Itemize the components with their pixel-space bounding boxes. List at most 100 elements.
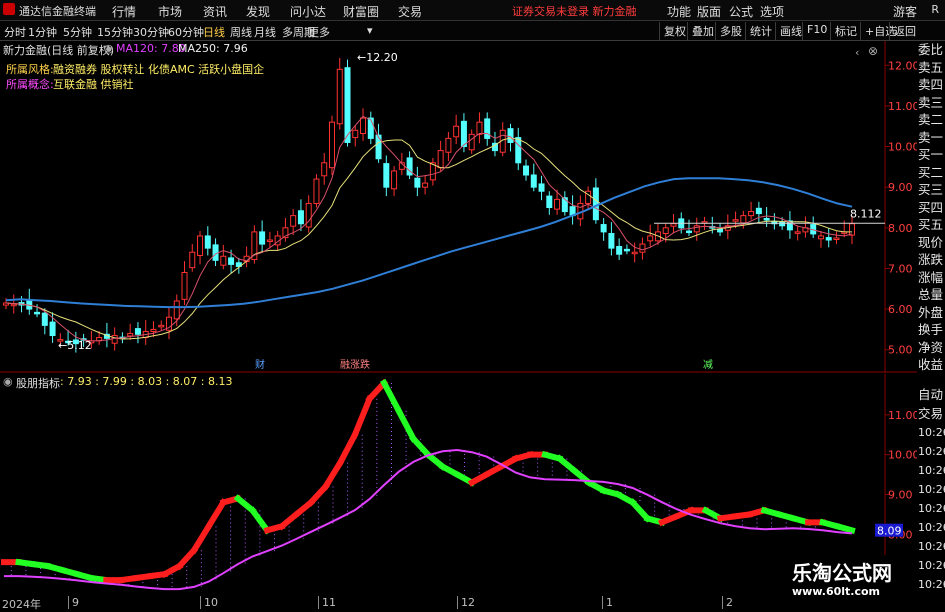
- candle-body: [460, 120, 467, 148]
- trade-status[interactable]: 证券交易未登录 新力金融: [512, 3, 637, 19]
- menu-6[interactable]: 交易: [398, 3, 422, 20]
- sidebar-item-11[interactable]: 现价: [918, 234, 945, 252]
- sidebar-item-7[interactable]: 买二: [918, 164, 945, 182]
- candle-body: [600, 224, 607, 233]
- sidebar-item-12[interactable]: 涨跌: [918, 251, 945, 269]
- sidebar-item-6[interactable]: 买一: [918, 146, 945, 164]
- toolbar-btn-2[interactable]: 多股: [715, 22, 746, 40]
- period-4[interactable]: 30分钟: [133, 24, 169, 40]
- menu-right-3[interactable]: 选项: [760, 3, 784, 20]
- period-2[interactable]: 5分钟: [63, 24, 92, 40]
- event-marker-1[interactable]: 融涨跌: [340, 358, 370, 371]
- sidebar-item-5[interactable]: 卖一: [918, 129, 945, 147]
- toolbar-btn-8[interactable]: 返回: [889, 22, 920, 40]
- sidebar-item-9[interactable]: 买四: [918, 199, 945, 217]
- period-5[interactable]: 60分钟: [168, 24, 204, 40]
- gear-icon[interactable]: ◉: [104, 42, 114, 55]
- close-icon[interactable]: R: [931, 3, 939, 16]
- period-0[interactable]: 分时: [4, 24, 26, 40]
- period-8[interactable]: 月线: [254, 24, 276, 40]
- xaxis-label-5: 1: [602, 596, 613, 609]
- toolbar-btn-0[interactable]: 复权: [659, 22, 690, 40]
- candle-body: [717, 228, 724, 233]
- gear-icon[interactable]: ◉: [3, 375, 13, 388]
- sidebar-item-16[interactable]: 换手: [918, 321, 945, 339]
- toolbar-btn-3[interactable]: 统计: [745, 22, 776, 40]
- sidebar-bottom-1[interactable]: 交易: [918, 404, 945, 423]
- ma250-value: MA250: 7.96: [178, 42, 248, 55]
- menu-0[interactable]: 行情: [112, 3, 136, 20]
- sidebar-bottom-9[interactable]: 10:26: [918, 556, 945, 575]
- indicator-segment: [409, 434, 433, 459]
- period-6[interactable]: 日线: [203, 24, 225, 40]
- candle-body: [111, 335, 118, 344]
- sidebar-item-14[interactable]: 总量: [918, 286, 945, 304]
- period-7[interactable]: 周线: [230, 24, 252, 40]
- ytick-label: 5.00: [888, 344, 913, 357]
- sidebar-bottom-8[interactable]: 10:26: [918, 537, 945, 556]
- menu-4[interactable]: 问小达: [290, 3, 326, 20]
- indicator-ytick-label: 11.00: [888, 409, 917, 422]
- sidebar-bottom-6[interactable]: 10:26: [918, 499, 945, 518]
- period-10[interactable]: 更多: [308, 24, 330, 40]
- candle-body: [220, 255, 227, 266]
- candle-body: [259, 231, 266, 245]
- collapse-icon[interactable]: ‹: [855, 46, 859, 59]
- sidebar-bottom-3[interactable]: 10:26: [918, 442, 945, 461]
- candle-body: [41, 312, 48, 326]
- menu-5[interactable]: 财富圈: [343, 3, 379, 20]
- sidebar-item-10[interactable]: 买五: [918, 216, 945, 234]
- sidebar-bottom-0[interactable]: 自动: [918, 385, 945, 404]
- indicator-segment: [833, 522, 856, 534]
- sidebar-bottom-2[interactable]: 10:26: [918, 423, 945, 442]
- candle-body: [336, 68, 343, 125]
- candle-body: [616, 246, 623, 255]
- sidebar-item-17[interactable]: 净资: [918, 339, 945, 357]
- sidebar-bottom-5[interactable]: 10:26: [918, 480, 945, 499]
- menu-bar: 通达信金融终端 证券交易未登录 新力金融 R 行情 市场 资讯 发现 问小达 财富圈 交易 功…: [0, 0, 945, 21]
- sidebar-item-8[interactable]: 买三: [918, 181, 945, 199]
- close-panel-icon[interactable]: ⊗: [868, 44, 878, 58]
- menu-1[interactable]: 市场: [158, 3, 182, 20]
- menu-right-2[interactable]: 公式: [729, 3, 753, 20]
- low-price-label: ←5.12: [58, 339, 92, 352]
- indicator-bars: [1, 378, 856, 590]
- sidebar-item-13[interactable]: 涨幅: [918, 269, 945, 287]
- sidebar-bottom-4[interactable]: 10:26: [918, 461, 945, 480]
- menu-2[interactable]: 资讯: [203, 3, 227, 20]
- candle-body: [297, 210, 304, 225]
- more-arrow-icon[interactable]: ▾: [367, 24, 373, 37]
- sidebar-bottom-7[interactable]: 10:26: [918, 518, 945, 537]
- menu-right-4[interactable]: 游客: [893, 3, 917, 20]
- menu-right-0[interactable]: 功能: [667, 3, 691, 20]
- event-marker-0[interactable]: 财: [255, 358, 265, 371]
- sidebar-item-1[interactable]: 卖五: [918, 59, 945, 77]
- toolbar-btn-6[interactable]: 标记: [830, 22, 861, 40]
- candle-body: [383, 163, 390, 188]
- sidebar-item-4[interactable]: 卖二: [918, 111, 945, 129]
- sidebar-item-3[interactable]: 卖三: [918, 94, 945, 112]
- toolbar-btn-5[interactable]: F10: [802, 22, 831, 40]
- sidebar-item-15[interactable]: 外盘: [918, 304, 945, 322]
- ytick-label: 9.00: [888, 181, 913, 194]
- menu-right-1[interactable]: 版面: [697, 3, 721, 20]
- menu-3[interactable]: 发现: [246, 3, 270, 20]
- candle-body: [515, 137, 522, 164]
- candle-body: [391, 170, 398, 190]
- candle-body: [631, 251, 638, 255]
- candle-body: [158, 324, 165, 328]
- candle-body: [523, 165, 530, 176]
- indicator-name: 股朋指标: [16, 377, 60, 390]
- sidebar-item-0[interactable]: 委比: [918, 41, 945, 59]
- high-price-label: ←12.20: [357, 51, 398, 64]
- candle-body: [228, 257, 235, 265]
- kline-chart[interactable]: 5.00 6.00 7.00 8.00 9.00 10.00 11.00 12.00 8.112…: [0, 41, 917, 373]
- toolbar-btn-1[interactable]: 叠加: [687, 22, 718, 40]
- candle-body: [530, 174, 537, 188]
- sidebar-bottom-10[interactable]: 10:26: [918, 575, 945, 594]
- event-marker-2[interactable]: 减: [703, 359, 713, 371]
- sidebar-item-2[interactable]: 卖四: [918, 76, 945, 94]
- period-3[interactable]: 15分钟: [97, 24, 133, 40]
- sidebar-item-18[interactable]: 收益: [918, 356, 945, 374]
- period-1[interactable]: 1分钟: [28, 24, 57, 40]
